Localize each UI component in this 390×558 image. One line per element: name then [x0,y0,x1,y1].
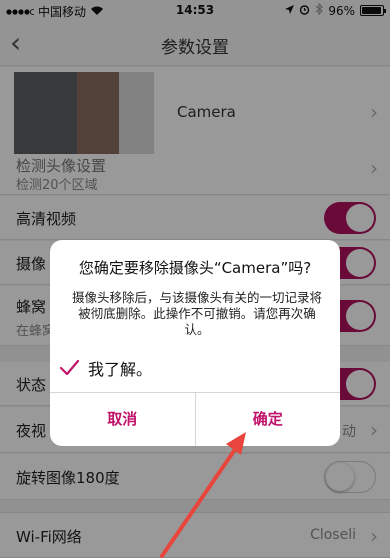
acknowledge-checkbox[interactable]: 我了解。 [58,356,152,380]
checkmark-icon [58,357,80,379]
checkbox-label: 我了解。 [88,360,153,379]
dialog-message: 摄像头移除后，与该摄像头有关的一切记录将被彻底删除。此操作不可撤销。请您再次确认… [71,290,322,337]
dialog-title: 您确定要移除摄像头“Camera”吗? [78,259,312,277]
confirm-button[interactable]: 确定 [194,393,341,446]
remove-camera-dialog: 您确定要移除摄像头“Camera”吗? 摄像头移除后，与该摄像头有关的一切记录将… [50,240,340,446]
dialog-buttons: 取消 确定 [50,392,340,446]
cancel-button[interactable]: 取消 [50,393,195,446]
